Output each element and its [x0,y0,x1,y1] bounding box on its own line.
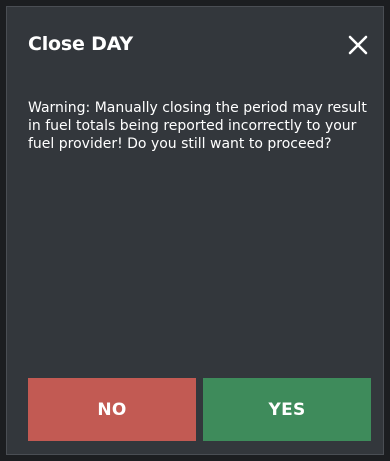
yes-button[interactable]: YES [203,378,371,441]
screen: Close DAY Warning: Manually closing the … [0,0,390,461]
close-day-dialog: Close DAY Warning: Manually closing the … [6,6,384,455]
dialog-header: Close DAY [7,7,383,77]
dialog-message: Warning: Manually closing the period may… [28,100,367,152]
yes-button-label: YES [268,399,306,420]
no-button-label: NO [97,399,127,420]
no-button[interactable]: NO [28,378,196,441]
dialog-actions: NO YES [28,378,371,441]
close-icon [348,35,368,55]
dialog-title: Close DAY [28,33,133,55]
close-button[interactable] [347,34,369,56]
